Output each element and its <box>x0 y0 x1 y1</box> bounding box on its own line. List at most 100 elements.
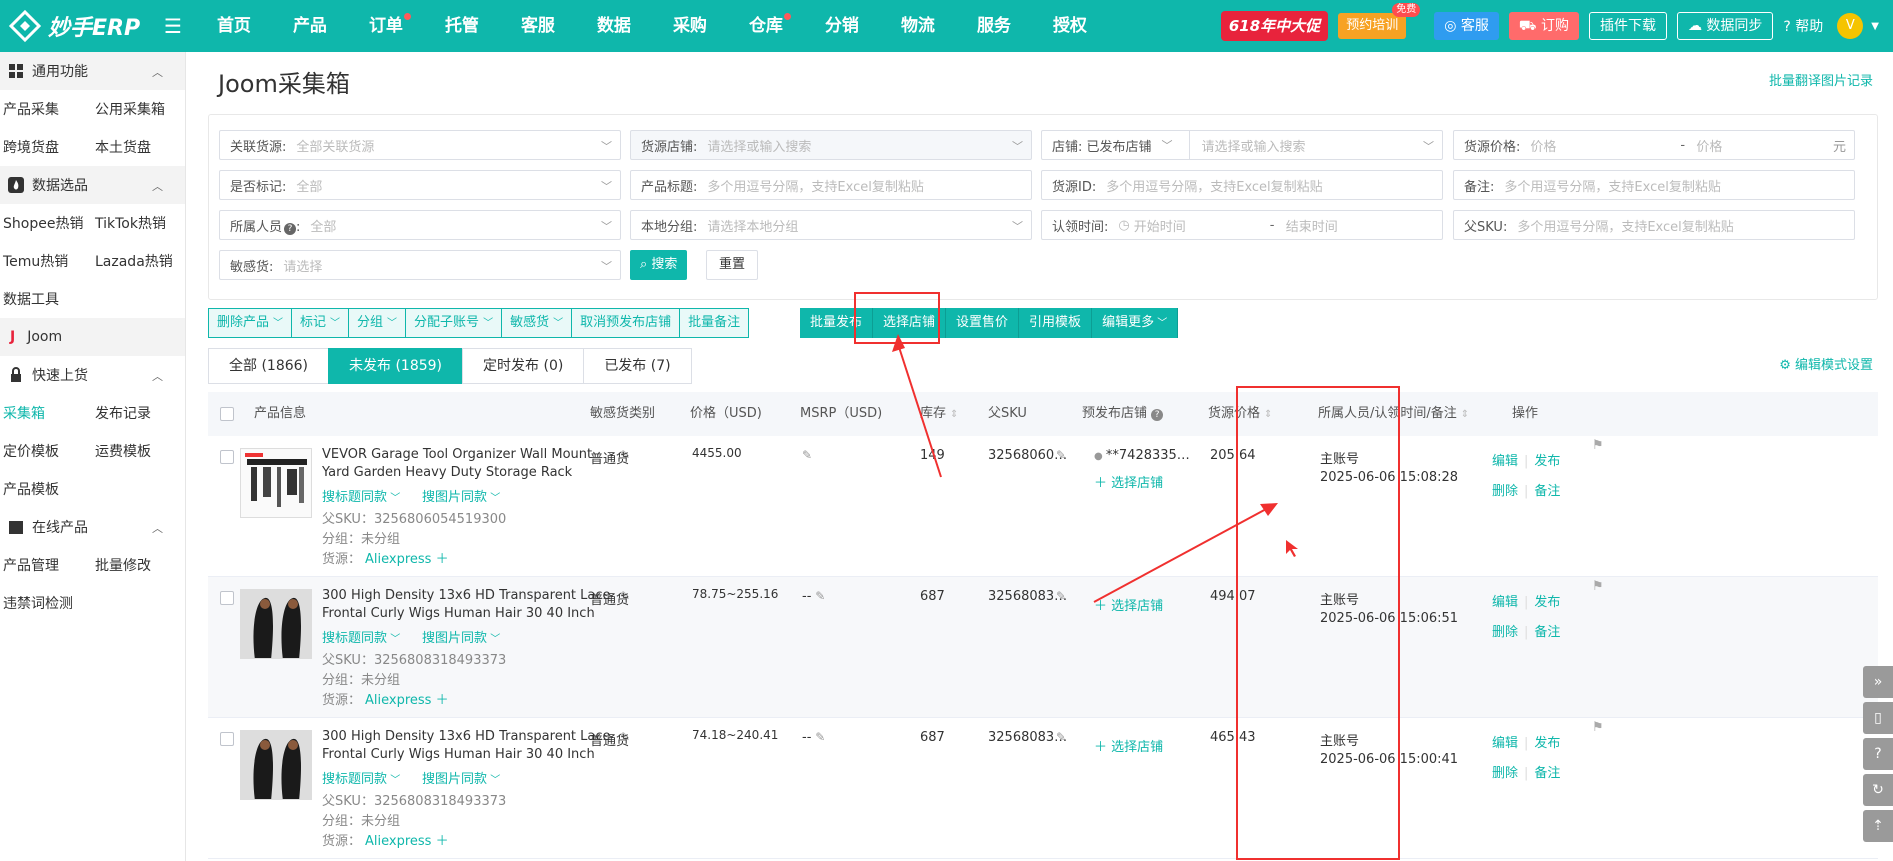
sidebar-item-collect-box[interactable]: 采集箱 <box>0 403 92 423</box>
action-button[interactable]: 删除产品 ﹀ <box>208 308 293 338</box>
training-button[interactable]: 预约培训 免费 <box>1338 3 1421 39</box>
nav-item[interactable]: 服务 <box>956 0 1032 52</box>
search-same-image-link[interactable]: 搜图片同款 ﹀ <box>422 486 500 505</box>
sidebar-item-data-tools[interactable]: 数据工具 <box>0 289 92 309</box>
publish-button[interactable]: 发布 <box>1534 595 1560 610</box>
edit-mode-setting[interactable]: ⚙ 编辑模式设置 <box>1779 354 1873 373</box>
start-time-input[interactable]: 开始时间 <box>1134 216 1270 235</box>
source-select[interactable]: 关联货源: 全部关联货源 ﹀ <box>219 130 621 160</box>
shop-filter[interactable]: 店铺: 已发布店铺 ﹀ 请选择或输入搜索 ﹀ <box>1041 130 1443 160</box>
sidebar-group-data-selection[interactable]: 数据选品 ︿ <box>0 166 185 204</box>
price-range[interactable]: 货源价格: 价格 - 价格 元 <box>1453 130 1855 160</box>
action-button[interactable]: 批量备注 <box>679 308 750 338</box>
msrp-cell[interactable]: -- ✎ <box>802 730 825 745</box>
nav-item[interactable]: 托管 <box>424 0 500 52</box>
select-shop-link[interactable]: ＋ 选择店铺 <box>1094 472 1163 491</box>
publish-button[interactable]: 发布 <box>1534 736 1560 751</box>
search-same-image-link[interactable]: 搜图片同款 ﹀ <box>422 627 500 646</box>
search-same-title-link[interactable]: 搜标题同款 ﹀ <box>322 768 400 787</box>
plus-icon[interactable]: ＋ <box>431 552 449 567</box>
help-doc-icon[interactable]: ? <box>1863 738 1893 770</box>
nav-item[interactable]: 订单 <box>348 0 424 52</box>
sidebar-item-banned-words[interactable]: 违禁词检测 <box>0 593 92 613</box>
product-image[interactable] <box>240 589 312 659</box>
primary-action-button[interactable]: 编辑更多 ﹀ <box>1092 308 1179 338</box>
action-button[interactable]: 分配子账号 ﹀ <box>405 308 503 338</box>
phone-icon[interactable]: ▯ <box>1863 702 1893 734</box>
source-id-input[interactable]: 货源ID: 多个用逗号分隔，支持Excel复制粘贴 <box>1041 170 1443 200</box>
nav-item[interactable]: 授权 <box>1032 0 1108 52</box>
sidebar-item-tiktok-hot[interactable]: TikTok热销 <box>92 213 184 233</box>
nav-item[interactable]: 仓库 <box>728 0 804 52</box>
status-tab[interactable]: 已发布 (7) <box>583 348 692 384</box>
select-shop-link[interactable]: ＋ 选择店铺 <box>1094 595 1163 614</box>
search-same-title-link[interactable]: 搜标题同款 ﹀ <box>322 627 400 646</box>
sidebar-item-joom[interactable]: J Joom <box>0 318 185 356</box>
remark-input[interactable]: 备注: 多个用逗号分隔，支持Excel复制粘贴 <box>1453 170 1855 200</box>
product-title[interactable]: 300 High Density 13x6 HD Transparent Lac… <box>322 728 612 764</box>
sidebar-item-public-box[interactable]: 公用采集箱 <box>92 99 184 119</box>
edit-pencil-icon[interactable]: ✎ <box>1056 448 1066 462</box>
select-all-checkbox[interactable] <box>220 407 234 421</box>
primary-action-button[interactable]: 引用模板 <box>1019 308 1093 338</box>
sensitive-select[interactable]: 敏感货: 请选择 ﹀ <box>219 250 621 280</box>
edit-pencil-icon[interactable]: ✎ <box>1056 730 1066 744</box>
select-shop-link[interactable]: ＋ 选择店铺 <box>1094 736 1163 755</box>
owner-select[interactable]: 所属人员?: 全部 ﹀ <box>219 210 621 240</box>
promo-banner[interactable]: 618年中大促 <box>1220 11 1329 41</box>
nav-item[interactable]: 客服 <box>500 0 576 52</box>
help-link[interactable]: ? 帮助 <box>1783 16 1823 36</box>
reset-button[interactable]: 重置 <box>706 250 759 280</box>
row-checkbox[interactable] <box>220 450 234 464</box>
msrp-cell[interactable]: -- ✎ <box>802 589 825 604</box>
primary-action-button[interactable]: 设置售价 <box>946 308 1020 338</box>
action-button[interactable]: 分组 ﹀ <box>348 308 407 338</box>
nav-item[interactable]: 首页 <box>196 0 272 52</box>
flag-icon[interactable]: ⚑ <box>1592 579 1604 594</box>
msrp-cell[interactable]: ✎ <box>802 448 812 463</box>
claim-time-range[interactable]: 认领时间: ◷ 开始时间 - 结束时间 <box>1041 210 1443 240</box>
price-max-input[interactable]: 价格 <box>1696 136 1826 155</box>
flag-icon[interactable]: ⚑ <box>1592 438 1604 453</box>
nav-item[interactable]: 数据 <box>576 0 652 52</box>
delete-button[interactable]: 删除 <box>1492 484 1518 499</box>
product-title[interactable]: VEVOR Garage Tool Organizer Wall Mount Y… <box>322 446 612 482</box>
note-button[interactable]: 备注 <box>1534 484 1560 499</box>
menu-toggle-icon[interactable]: ☰ <box>164 14 182 38</box>
chevron-down-icon[interactable]: ▼ <box>1871 21 1879 32</box>
plugin-download-button[interactable]: 插件下载 <box>1588 12 1667 40</box>
edit-button[interactable]: 编辑 <box>1492 595 1518 610</box>
parent-sku-input[interactable]: 父SKU: 多个用逗号分隔，支持Excel复制粘贴 <box>1453 210 1855 240</box>
publish-button[interactable]: 发布 <box>1534 454 1560 469</box>
search-same-title-link[interactable]: 搜标题同款 ﹀ <box>322 486 400 505</box>
data-sync-button[interactable]: ☁ 数据同步 <box>1676 12 1774 40</box>
plus-icon[interactable]: ＋ <box>431 834 449 849</box>
status-tab[interactable]: 全部 (1866) <box>208 348 330 384</box>
sidebar-item-product-management[interactable]: 产品管理 <box>0 555 92 575</box>
nav-item[interactable]: 产品 <box>272 0 348 52</box>
sidebar-item-shipping-template[interactable]: 运费模板 <box>92 441 184 461</box>
edit-pencil-icon[interactable]: ✎ <box>1056 589 1066 603</box>
edit-button[interactable]: 编辑 <box>1492 454 1518 469</box>
group-select[interactable]: 本地分组: 请选择本地分组 ﹀ <box>630 210 1032 240</box>
edit-pencil-icon[interactable]: ✎ <box>811 589 825 603</box>
product-image[interactable] <box>240 448 312 518</box>
action-button[interactable]: 取消预发布店铺 <box>571 308 681 338</box>
product-title[interactable]: 300 High Density 13x6 HD Transparent Lac… <box>322 587 612 623</box>
sidebar-item-pricing-template[interactable]: 定价模板 <box>0 441 92 461</box>
plus-icon[interactable]: ＋ <box>431 693 449 708</box>
row-checkbox[interactable] <box>220 591 234 605</box>
delete-button[interactable]: 删除 <box>1492 625 1518 640</box>
refresh-icon[interactable]: ↻ <box>1863 774 1893 806</box>
source-link[interactable]: Aliexpress <box>365 693 431 708</box>
action-button[interactable]: 敏感货 ﹀ <box>501 308 573 338</box>
sidebar-item-shopee-hot[interactable]: Shopee热销 <box>0 213 92 233</box>
col-stock[interactable]: 库存 ⇕ <box>920 392 958 436</box>
nav-item[interactable]: 分销 <box>804 0 880 52</box>
sidebar-item-temu-hot[interactable]: Temu热销 <box>0 251 92 271</box>
sidebar-item-batch-modify[interactable]: 批量修改 <box>92 555 184 575</box>
subscribe-button[interactable]: ⛟ 订购 <box>1508 12 1579 40</box>
batch-translate-link[interactable]: 批量翻译图片记录 <box>1769 70 1873 89</box>
source-link[interactable]: Aliexpress <box>365 552 431 567</box>
source-shop-select[interactable]: 货源店铺: 请选择或输入搜索 ﹀ <box>630 130 1032 160</box>
